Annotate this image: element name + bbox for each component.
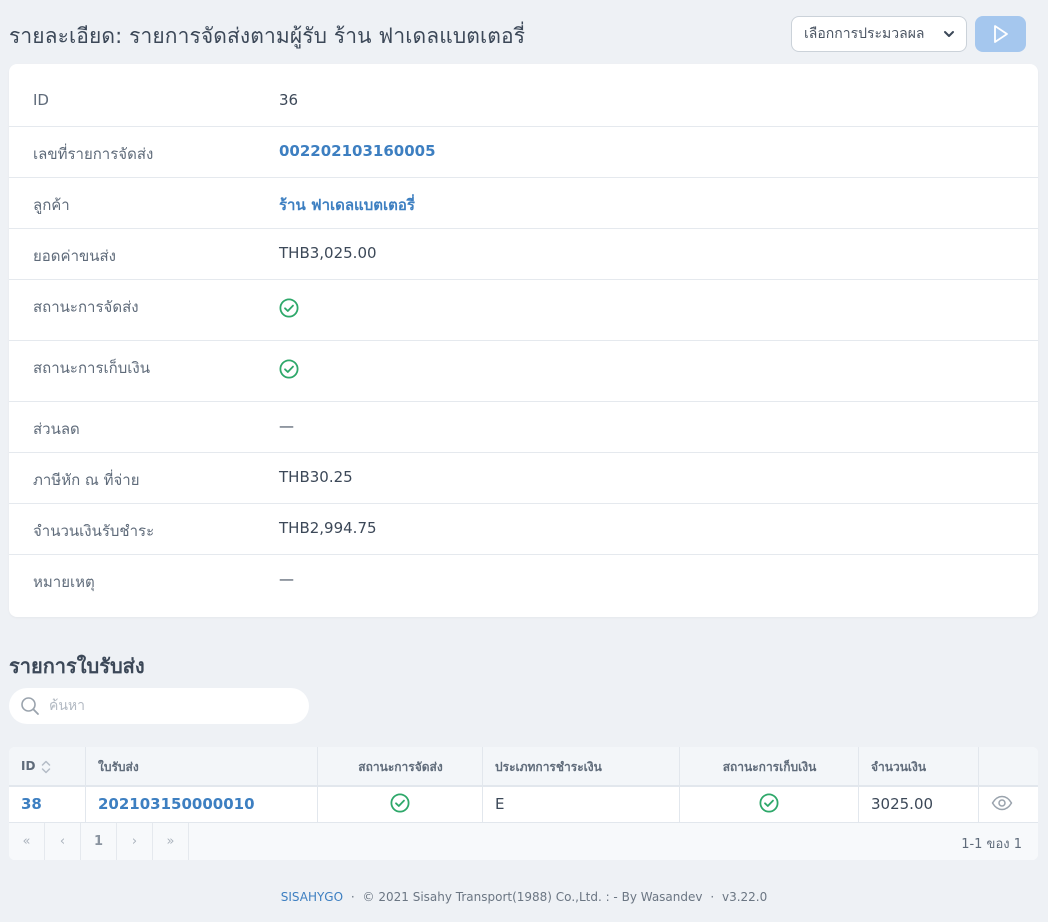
footer-separator: · [350,890,355,904]
row-id-link[interactable]: 38 [21,795,42,813]
section-title: รายการใบรับส่ง [9,654,145,678]
receipt-number-link[interactable]: 202103150000010 [98,795,255,813]
footer-copyright: © 2021 Sisahy Transport(1988) Co.,Ltd. :… [362,890,703,904]
cell-actions [979,787,1038,822]
payment-type-value: E [495,795,505,813]
column-header-label: ใบรับส่ง [98,760,139,774]
detail-value-amount-received: THB2,994.75 [279,519,377,537]
column-header-delivery-status: สถานะการจัดส่ง [318,747,483,785]
search-box [9,688,309,724]
action-select[interactable]: เลือกการประมวลผล [791,16,967,52]
detail-row-note: หมายเหตุ — [9,555,1038,617]
search-input[interactable] [49,695,299,717]
column-header-label: สถานะการจัดส่ง [358,760,443,774]
cell-amount: 3025.00 [859,787,979,822]
cell-payment-type: E [483,787,680,822]
search-icon [21,697,39,715]
column-header-collection-status: สถานะการเก็บเงิน [680,747,859,785]
footer-version: v3.22.0 [721,890,768,904]
detail-row-shipping-total: ยอดค่าขนส่ง THB3,025.00 [9,229,1038,280]
cell-id: 38 [9,787,86,822]
page-title: รายละเอียด: รายการจัดส่งตามผู้รับ ร้าน ฟ… [9,24,526,48]
detail-label: ID [33,91,49,109]
page-header: รายละเอียด: รายการจัดส่งตามผู้รับ ร้าน ฟ… [0,0,1048,64]
column-header-label: สถานะการเก็บเงิน [722,760,817,774]
chevron-down-icon [944,31,954,37]
footer-brand-link[interactable]: SISAHYGO [281,890,343,904]
detail-value-withholding-tax: THB30.25 [279,468,353,486]
detail-row-collection-status: สถานะการเก็บเงิน [9,341,1038,402]
column-header-receipt: ใบรับส่ง [86,747,318,785]
detail-row-amount-received: จำนวนเงินรับชำระ THB2,994.75 [9,504,1038,555]
play-icon [993,25,1008,43]
detail-value-shipping-total: THB3,025.00 [279,244,377,262]
column-header-label: จำนวนเงิน [871,760,927,774]
detail-value-note: — [279,570,294,588]
column-header-amount: จำนวนเงิน [859,747,979,785]
column-header-payment-type: ประเภทการชำระเงิน [483,747,680,785]
cell-collection-status [680,787,859,822]
check-circle-icon [390,793,410,813]
detail-label: ยอดค่าขนส่ง [33,247,116,265]
sort-icon [41,760,51,774]
footer-separator: · [710,890,715,904]
detail-row-discount: ส่วนลด — [9,402,1038,453]
detail-label: ส่วนลด [33,420,80,438]
cell-delivery-status [318,787,483,822]
detail-value-id: 36 [279,91,299,109]
detail-label: สถานะการจัดส่ง [33,298,139,316]
column-header-id[interactable]: ID [9,747,86,785]
cell-receipt: 202103150000010 [86,787,318,822]
run-action-button[interactable] [975,16,1026,52]
check-circle-icon [279,298,299,318]
table-row: 38 202103150000010 E 3025.00 [9,787,1038,823]
amount-value: 3025.00 [871,795,934,813]
detail-label: จำนวนเงินรับชำระ [33,522,155,540]
check-circle-icon [279,359,299,379]
previous-page-button[interactable]: ‹ [45,823,81,860]
receipts-table: ID ใบรับส่ง สถานะการจัดส่ง ประเภทการชำระ… [9,747,1038,860]
detail-label: ภาษีหัก ณ ที่จ่าย [33,471,140,489]
column-header-label: ประเภทการชำระเงิน [495,760,602,774]
detail-label: หมายเหตุ [33,573,95,591]
detail-row-shipment-number: เลขที่รายการจัดส่ง 002202103160005 [9,127,1038,178]
detail-row-id: ID 36 [9,64,1038,127]
detail-label: ลูกค้า [33,196,70,214]
page-1-button[interactable]: 1 [81,823,117,860]
shipment-number-link[interactable]: 002202103160005 [279,142,436,160]
table-header: ID ใบรับส่ง สถานะการจัดส่ง ประเภทการชำระ… [9,747,1038,787]
detail-label: สถานะการเก็บเงิน [33,359,150,377]
pagination: « ‹ 1 › » 1-1 ของ 1 [9,823,1038,860]
detail-row-delivery-status: สถานะการจัดส่ง [9,280,1038,341]
footer: SISAHYGO · © 2021 Sisahy Transport(1988)… [0,890,1048,904]
detail-row-withholding-tax: ภาษีหัก ณ ที่จ่าย THB30.25 [9,453,1038,504]
first-page-button[interactable]: « [9,823,45,860]
detail-card: ID 36 เลขที่รายการจัดส่ง 002202103160005… [9,64,1038,617]
eye-icon[interactable] [991,794,1013,812]
detail-value-discount: — [279,417,294,435]
action-select-label: เลือกการประมวลผล [804,26,925,42]
customer-link[interactable]: ร้าน ฟาเดลแบตเตอรี่ [279,193,415,217]
detail-label: เลขที่รายการจัดส่ง [33,145,154,163]
detail-row-customer: ลูกค้า ร้าน ฟาเดลแบตเตอรี่ [9,178,1038,229]
next-page-button[interactable]: › [117,823,153,860]
last-page-button[interactable]: » [153,823,189,860]
column-header-actions [979,747,1038,785]
column-header-label: ID [21,759,36,773]
check-circle-icon [759,793,779,813]
page-info: 1-1 ของ 1 [961,837,1022,852]
